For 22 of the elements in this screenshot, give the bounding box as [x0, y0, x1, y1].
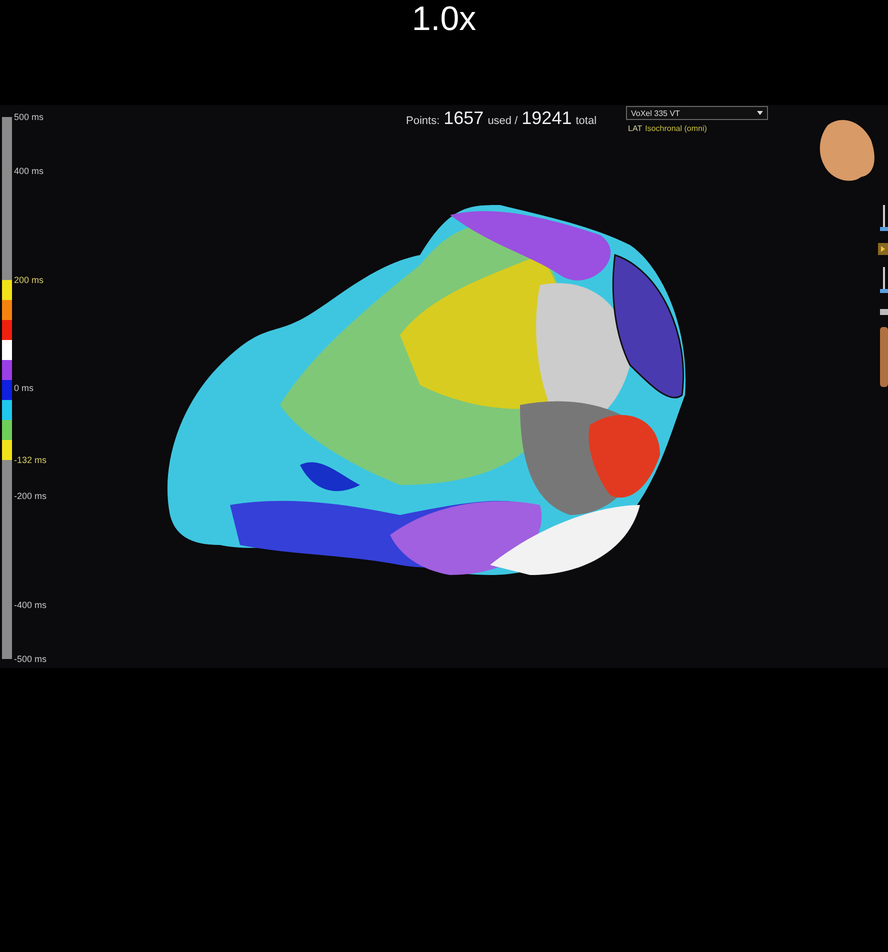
time-scale-bar[interactable]: [2, 117, 12, 659]
used-count: 1657: [444, 108, 484, 129]
scale-tick-label: -200 ms: [14, 491, 47, 502]
scale-tick-label: 0 ms: [14, 383, 34, 393]
scale-tick-label: 400 ms: [14, 166, 44, 176]
scale-tick-label: -500 ms: [14, 654, 47, 664]
scale-tick-label: 200 ms: [14, 274, 44, 285]
scale-tick-label: 500 ms: [14, 112, 44, 122]
caret-icon: [757, 111, 763, 115]
map-type-label: LAT: [628, 124, 642, 133]
map-type: Isochronal (omni): [645, 124, 707, 133]
play-icon[interactable]: [878, 243, 888, 255]
scale-tick-label: -400 ms: [14, 600, 47, 610]
total-count: 19241: [522, 108, 572, 129]
slider-icon[interactable]: [880, 205, 888, 231]
slider-icon[interactable]: [880, 267, 888, 293]
points-label: Points:: [406, 115, 440, 127]
total-label: total: [576, 115, 597, 127]
used-label: used /: [488, 115, 518, 127]
playback-speed: 1.0x: [412, 0, 476, 38]
map-select[interactable]: VoXel 335 VT: [626, 106, 768, 120]
scale-tick-label: -132 ms: [14, 454, 47, 465]
